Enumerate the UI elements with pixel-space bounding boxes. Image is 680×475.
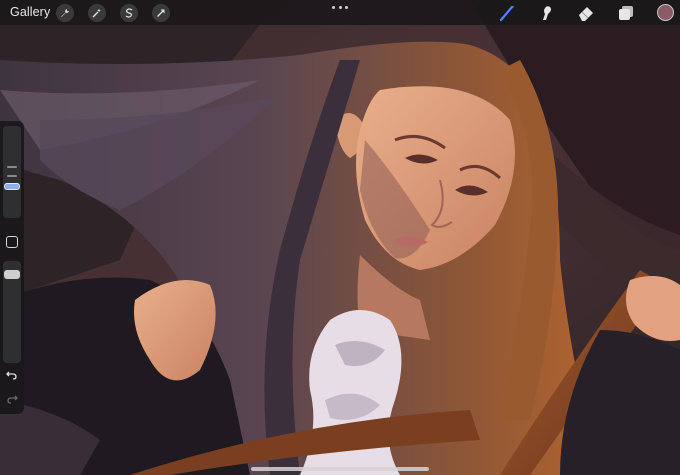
drawing-canvas[interactable]	[0, 0, 680, 475]
layers-icon[interactable]	[615, 2, 637, 24]
wrench-icon[interactable]	[56, 4, 74, 22]
transform-arrow-icon[interactable]	[152, 4, 170, 22]
brush-size-thumb[interactable]	[4, 183, 20, 190]
undo-icon[interactable]	[5, 368, 19, 382]
brush-icon[interactable]	[496, 2, 518, 24]
magic-wand-icon[interactable]	[88, 4, 106, 22]
slider-tick	[7, 166, 17, 168]
artwork	[0, 0, 680, 475]
selection-icon[interactable]	[120, 4, 138, 22]
redo-icon[interactable]	[5, 392, 19, 406]
color-picker-button[interactable]	[657, 4, 674, 21]
eraser-icon[interactable]	[575, 2, 597, 24]
slider-tick	[7, 175, 17, 177]
brush-opacity-slider[interactable]	[3, 261, 21, 363]
brush-opacity-thumb[interactable]	[4, 270, 20, 279]
more-options-icon[interactable]	[332, 3, 348, 11]
modify-square-icon[interactable]	[6, 236, 18, 248]
top-toolbar: Gallery	[0, 0, 680, 25]
brush-size-slider[interactable]	[3, 126, 21, 218]
smudge-icon[interactable]	[535, 2, 557, 24]
left-sidebar	[0, 121, 24, 414]
home-indicator[interactable]	[251, 467, 429, 471]
gallery-button[interactable]: Gallery	[10, 5, 50, 19]
